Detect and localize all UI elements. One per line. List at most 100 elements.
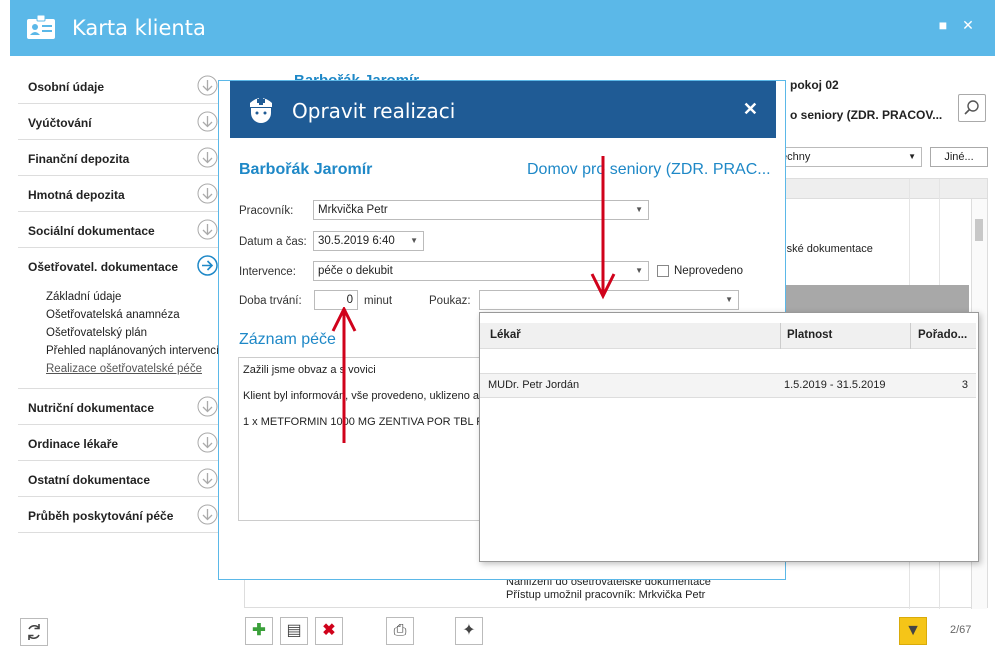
close-icon[interactable]: ✕ <box>961 18 975 32</box>
sidebar-item-label: Sociální dokumentace <box>28 224 155 238</box>
sidebar-item-label: Osobní údaje <box>28 80 105 94</box>
note-line: 1 x METFORMIN 1000 MG ZENTIVA POR TBL FL… <box>243 416 499 428</box>
annotation-arrow-down <box>590 156 616 300</box>
chevron-down-icon <box>197 504 218 525</box>
voucher-dropdown: Lékař Platnost Pořado... MUDr. Petr Jord… <box>479 312 979 562</box>
duration-unit: minut <box>364 295 393 307</box>
worker-label: Pracovník: <box>239 205 294 217</box>
sidebar-item-label: Hmotná depozita <box>28 188 125 202</box>
dialog-home: Domov pro seniory (ZDR. PRAC... <box>527 161 771 178</box>
sidebar-item-label: Vyúčtování <box>28 116 92 130</box>
pager: 2/67 <box>950 624 972 636</box>
sidebar-item-label: Ostatní dokumentace <box>28 473 151 487</box>
annotation-arrow-up <box>331 307 357 443</box>
sidebar-subitem-plan[interactable]: Ošetřovatelský plán <box>46 324 220 342</box>
sidebar-subitem-anamnesis[interactable]: Ošetřovatelská anamnéza <box>46 306 220 324</box>
column-order: Pořado... <box>918 329 968 341</box>
tools-button[interactable]: ✦ <box>455 617 483 645</box>
grid-text: telské dokumentace <box>775 243 873 255</box>
print-button[interactable]: ⎙ <box>386 617 414 645</box>
dialog-client-name: Barbořák Jaromír <box>239 161 373 178</box>
chevron-down-icon <box>197 219 218 240</box>
delete-icon: ✖ <box>322 622 336 639</box>
dialog-header: Opravit realizaci ✕ <box>230 81 776 138</box>
delete-button[interactable]: ✖ <box>315 617 343 645</box>
chevron-down-icon <box>197 468 218 489</box>
sidebar-item-nursing-docs[interactable]: Ošetřovatel. dokumentace <box>18 248 220 284</box>
sidebar-item-other-docs[interactable]: Ostatní dokumentace <box>18 461 220 497</box>
column-separator <box>910 323 911 349</box>
datetime-label: Datum a čas: <box>239 236 307 248</box>
search-icon <box>964 100 979 115</box>
intervention-value: péče o dekubit <box>318 265 393 277</box>
chevron-down-icon <box>197 183 218 204</box>
sidebar-item-nutrition[interactable]: Nutriční dokumentace <box>18 389 220 425</box>
voucher-label: Poukaz: <box>429 295 471 307</box>
sidebar-item-personal[interactable]: Osobní údaje <box>18 68 220 104</box>
scrollbar-thumb[interactable] <box>975 219 983 241</box>
sidebar-item-label: Ordinace lékaře <box>28 437 119 451</box>
edit-button[interactable]: ▤ <box>280 617 308 645</box>
sidebar-item-label: Finanční depozita <box>28 152 130 166</box>
dialog-title: Opravit realizaci <box>292 99 456 123</box>
sidebar-sublist: Základní údaje Ošetřovatelská anamnéza O… <box>18 284 220 389</box>
maximize-icon[interactable]: ■ <box>936 18 950 32</box>
other-button[interactable]: Jiné... <box>930 147 988 167</box>
sidebar-item-doctor[interactable]: Ordinace lékaře <box>18 425 220 461</box>
sidebar-subitem-basic[interactable]: Základní údaje <box>46 288 220 306</box>
sidebar-subitem-planned[interactable]: Přehled naplánovaných intervencí <box>46 342 220 360</box>
chevron-down-icon <box>197 75 218 96</box>
column-doctor: Lékař <box>490 329 521 341</box>
chevron-down-icon: ▼ <box>725 295 733 304</box>
chevron-down-icon <box>197 396 218 417</box>
note-line: Klient byl informován, vše provedeno, uk… <box>243 390 480 402</box>
close-icon[interactable]: ✕ <box>743 99 758 120</box>
plus-icon: ✚ <box>252 622 266 639</box>
chevron-down-icon: ▼ <box>908 152 916 161</box>
sidebar-subitem-realization[interactable]: Realizace ošetřovatelské péče <box>46 360 220 378</box>
row-doctor: MUDr. Petr Jordán <box>488 379 580 391</box>
sidebar-item-financial-deposits[interactable]: Finanční depozita <box>18 140 220 176</box>
edit-icon: ▤ <box>286 622 302 639</box>
chevron-down-icon: ▼ <box>635 266 643 275</box>
not-done-checkbox[interactable] <box>657 265 669 277</box>
window-titlebar: Karta klienta ■ ✕ <box>10 0 995 56</box>
chevron-down-icon: ▼ <box>410 236 418 245</box>
sidebar-item-label: Průběh poskytování péče <box>28 509 174 523</box>
datetime-field[interactable]: 30.5.2019 6:40 ▼ <box>313 231 424 251</box>
bg-room: pokoj 02 <box>790 78 839 92</box>
print-icon: ⎙ <box>393 622 407 639</box>
filter-button[interactable]: ▼ <box>899 617 927 645</box>
chevron-down-icon <box>197 147 218 168</box>
column-separator <box>780 323 781 349</box>
care-record-title: Záznam péče <box>239 331 336 348</box>
sidebar-item-social-docs[interactable]: Sociální dokumentace <box>18 212 220 248</box>
sidebar: Osobní údaje Vyúčtování Finanční depozit… <box>18 68 220 533</box>
chevron-right-icon <box>197 255 218 276</box>
column-validity: Platnost <box>787 329 833 341</box>
row-order: 3 <box>961 379 968 391</box>
bg-home: o seniory (ZDR. PRACOV... <box>790 108 943 122</box>
add-button[interactable]: ✚ <box>245 617 273 645</box>
chevron-down-icon <box>197 432 218 453</box>
dropdown-row[interactable]: MUDr. Petr Jordán 1.5.2019 - 31.5.2019 3 <box>480 373 976 398</box>
sidebar-item-label: Ošetřovatel. dokumentace <box>28 260 179 274</box>
chevron-down-icon: ▼ <box>635 205 643 214</box>
window-title: Karta klienta <box>72 16 206 40</box>
intervention-label: Intervence: <box>239 266 296 278</box>
filter-icon: ▼ <box>905 622 921 639</box>
refresh-button[interactable] <box>20 618 48 646</box>
not-done-label: Neprovedeno <box>674 265 744 277</box>
dropdown-header: Lékař Platnost Pořado... <box>480 323 976 349</box>
sidebar-item-label: Nutriční dokumentace <box>28 401 155 415</box>
row-validity: 1.5.2019 - 31.5.2019 <box>784 379 886 391</box>
filter-select[interactable]: echny ▼ <box>774 147 922 167</box>
duration-label: Doba trvání: <box>239 295 302 307</box>
sidebar-item-care-progress[interactable]: Průběh poskytování péče <box>18 497 220 533</box>
worker-value: Mrkvička Petr <box>318 204 388 216</box>
sidebar-item-billing[interactable]: Vyúčtování <box>18 104 220 140</box>
client-card-icon <box>27 14 55 39</box>
grid-line: Přístup umožnil pracovník: Mrkvička Petr <box>506 589 706 601</box>
search-button[interactable] <box>958 94 986 122</box>
sidebar-item-material-deposits[interactable]: Hmotná depozita <box>18 176 220 212</box>
